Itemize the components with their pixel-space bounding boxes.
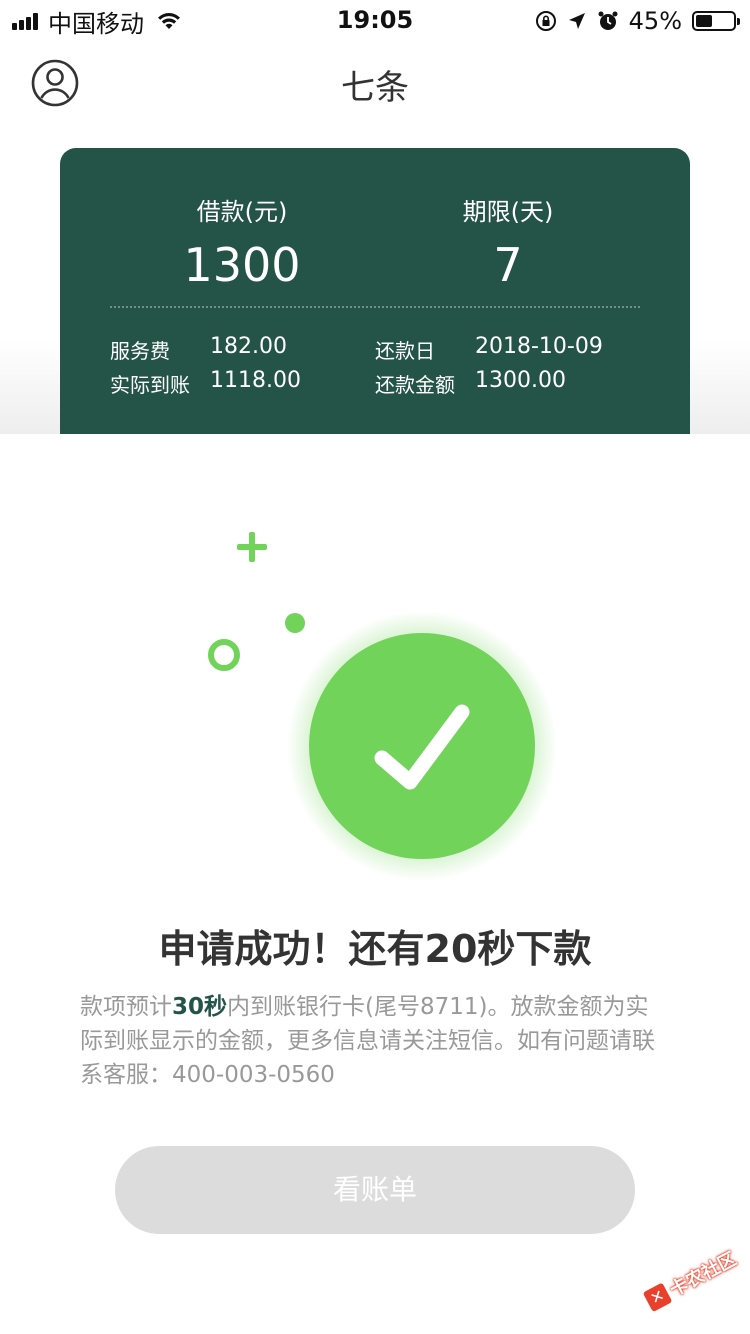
dot-sparkle-icon: [285, 613, 305, 633]
rotation-lock-icon: [535, 11, 556, 31]
repay-date-label: 还款日: [375, 339, 435, 363]
repay-date-value: 2018-10-09: [475, 334, 603, 359]
received-amount-label: 实际到账: [110, 373, 190, 397]
repay-amount-label: 还款金额: [375, 373, 455, 397]
alarm-clock-icon: [598, 11, 618, 30]
result-headline: 申请成功！还有20秒下款: [158, 927, 592, 971]
loan-amount-value: 1300: [183, 238, 301, 292]
loan-amount-label: 借款(元): [196, 198, 288, 226]
service-fee-label: 服务费: [110, 339, 170, 363]
plus-sparkle-icon: [237, 532, 267, 562]
received-amount-value: 1118.00: [210, 368, 301, 393]
loan-term-label: 期限(天): [462, 198, 554, 226]
view-bill-button[interactable]: 看账单: [115, 1146, 635, 1234]
loan-summary-card: 借款(元) 1300 期限(天) 7 服务费 182.00 实际到账 1118.…: [60, 148, 690, 434]
desc-text-before: 款项预计: [80, 994, 172, 1020]
location-arrow-icon: [568, 13, 585, 29]
ring-sparkle-icon: [208, 639, 240, 671]
battery-fill: [696, 15, 713, 27]
card-divider: [110, 306, 640, 308]
status-right: 45%: [525, 6, 740, 36]
loan-term-value: 7: [493, 238, 523, 292]
page-title: 七条: [341, 68, 409, 108]
battery-icon: [692, 11, 740, 31]
repay-amount-value: 1300.00: [475, 368, 566, 393]
result-description: 款项预计30秒内到账银行卡(尾号8711)。放款金额为实际到账显示的金额，更多信…: [80, 990, 670, 1092]
desc-highlight: 30秒: [172, 994, 228, 1020]
status-bar: 中国移动 19:05 45%: [0, 0, 750, 40]
battery-percent: 45%: [628, 7, 682, 35]
service-fee-value: 182.00: [210, 334, 287, 359]
success-check-icon: [208, 532, 557, 880]
